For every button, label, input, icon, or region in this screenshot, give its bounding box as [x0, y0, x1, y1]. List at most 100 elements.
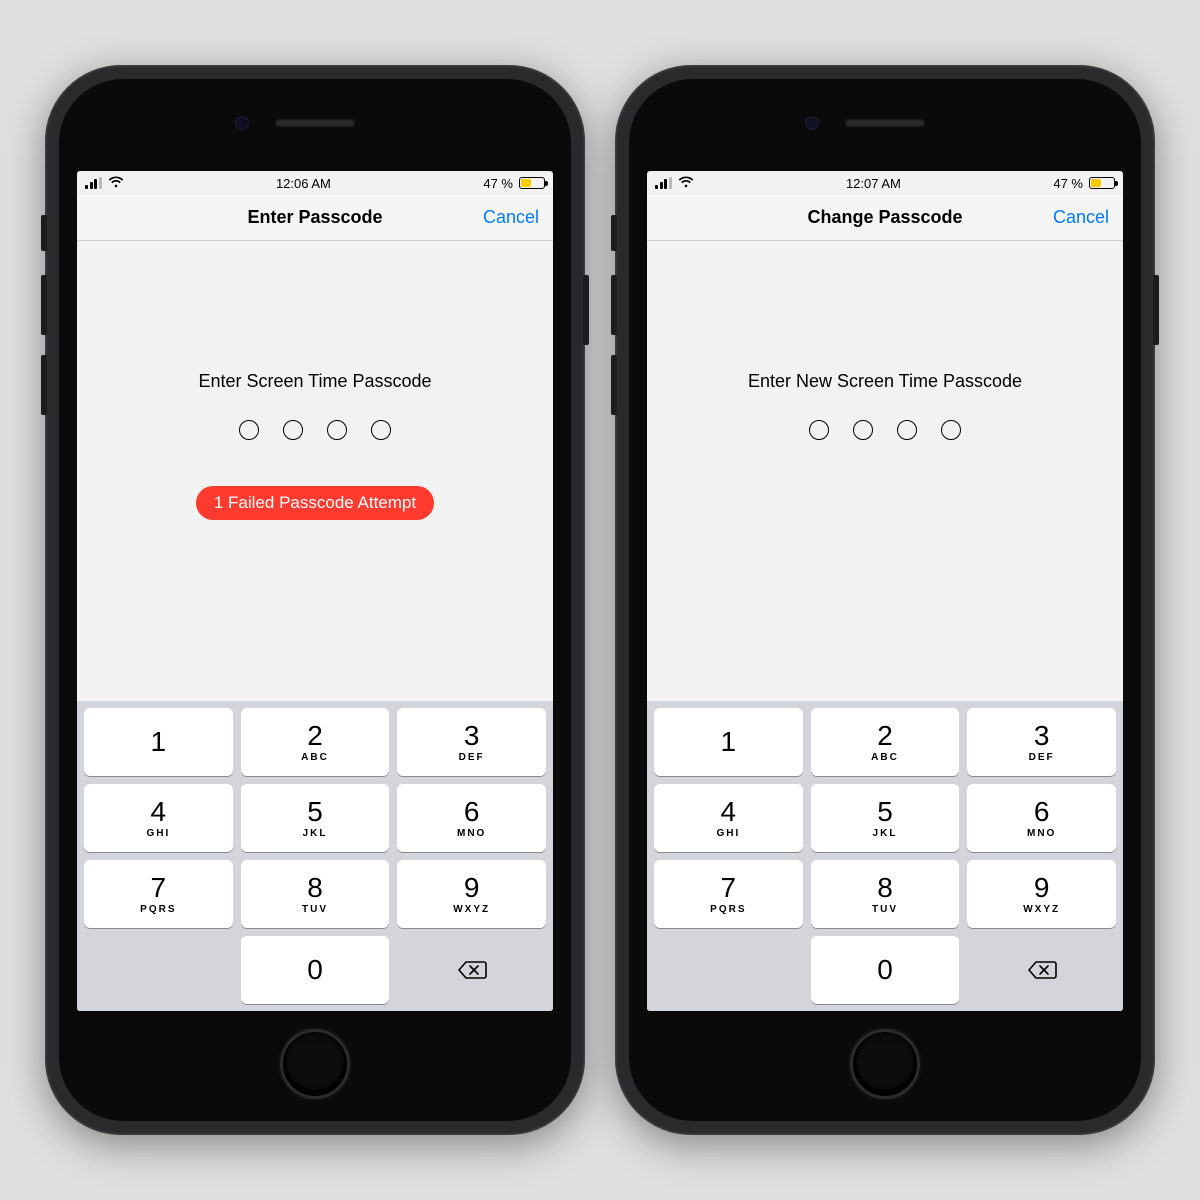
- passcode-prompt: Enter New Screen Time Passcode: [748, 371, 1022, 392]
- keypad-key-letters: PQRS: [140, 904, 176, 915]
- keypad-key-2[interactable]: 2 ABC: [241, 708, 390, 776]
- keypad-key-letters: WXYZ: [1023, 904, 1060, 915]
- volume-down-button: [41, 355, 47, 415]
- keypad-key-number: 3: [464, 722, 480, 750]
- keypad-key-4[interactable]: 4 GHI: [654, 784, 803, 852]
- status-bar: 12:07 AM 47 %: [647, 171, 1123, 195]
- nav-bar: Change Passcode Cancel: [647, 195, 1123, 241]
- nav-title: Change Passcode: [807, 207, 962, 228]
- keypad-delete-button[interactable]: [967, 936, 1116, 1004]
- nav-bar: Enter Passcode Cancel: [77, 195, 553, 241]
- keypad-key-number: 0: [877, 956, 893, 984]
- earpiece-speaker: [275, 119, 355, 127]
- cancel-button[interactable]: Cancel: [1053, 207, 1109, 228]
- keypad-key-number: 3: [1034, 722, 1050, 750]
- keypad-key-3[interactable]: 3 DEF: [967, 708, 1116, 776]
- keypad-key-number: 1: [151, 728, 167, 756]
- keypad-key-number: 6: [1034, 798, 1050, 826]
- cancel-button[interactable]: Cancel: [483, 207, 539, 228]
- keypad-key-letters: PQRS: [710, 904, 746, 915]
- keypad-key-5[interactable]: 5 JKL: [241, 784, 390, 852]
- keypad-key-8[interactable]: 8 TUV: [241, 860, 390, 928]
- number-keypad: 1 2ABC 3 DEF 4 GHI 5 JKL 6 MNO 7 PQRS 8TUV 9 WXYZ 0: [647, 701, 1123, 1011]
- keypad-key-number: 7: [151, 874, 167, 902]
- keypad-key-3[interactable]: 3 DEF: [397, 708, 546, 776]
- power-button: [583, 275, 589, 345]
- front-camera: [805, 116, 819, 130]
- backspace-icon: [457, 960, 487, 980]
- status-time: 12:07 AM: [846, 176, 901, 191]
- nav-title: Enter Passcode: [247, 207, 382, 228]
- earpiece-speaker: [845, 119, 925, 127]
- status-time: 12:06 AM: [276, 176, 331, 191]
- passcode-panel: Enter New Screen Time Passcode: [647, 241, 1123, 701]
- battery-percent: 47 %: [483, 176, 513, 191]
- keypad-key-0[interactable]: 0: [811, 936, 960, 1004]
- status-bar: 12:06 AM 47 %: [77, 171, 553, 195]
- phone-bezel: 12:07 AM 47 % Change Passcode Cancel Ent…: [629, 79, 1141, 1121]
- keypad-key-number: 7: [721, 874, 737, 902]
- keypad-key-9[interactable]: 9WXYZ: [397, 860, 546, 928]
- keypad-key-number: 1: [721, 728, 737, 756]
- keypad-key-letters: DEF: [1029, 752, 1055, 763]
- keypad-key-1[interactable]: 1: [654, 708, 803, 776]
- keypad-key-8[interactable]: 8TUV: [811, 860, 960, 928]
- volume-down-button: [611, 355, 617, 415]
- keypad-key-0[interactable]: 0: [241, 936, 390, 1004]
- passcode-dot: [897, 420, 917, 440]
- keypad-key-number: 8: [307, 874, 323, 902]
- keypad-key-number: 5: [307, 798, 323, 826]
- home-button[interactable]: [280, 1029, 350, 1099]
- backspace-icon: [1027, 960, 1057, 980]
- keypad-key-6[interactable]: 6 MNO: [397, 784, 546, 852]
- battery-percent: 47 %: [1053, 176, 1083, 191]
- passcode-dot: [853, 420, 873, 440]
- keypad-key-letters: MNO: [457, 828, 486, 839]
- keypad-key-9[interactable]: 9 WXYZ: [967, 860, 1116, 928]
- passcode-dot: [941, 420, 961, 440]
- keypad-key-letters: TUV: [302, 904, 328, 915]
- keypad-key-letters: JKL: [303, 828, 328, 839]
- passcode-dot: [239, 420, 259, 440]
- keypad-key-number: 4: [721, 798, 737, 826]
- keypad-key-number: 5: [877, 798, 893, 826]
- passcode-dots: [809, 420, 961, 440]
- keypad-key-number: 6: [464, 798, 480, 826]
- keypad-key-letters: GHI: [716, 828, 740, 839]
- passcode-dot: [371, 420, 391, 440]
- keypad-key-letters: JKL: [873, 828, 898, 839]
- mute-switch: [611, 215, 617, 251]
- phone-bezel: 12:06 AM 47 % Enter Passcode Cancel Ente…: [59, 79, 571, 1121]
- mute-switch: [41, 215, 47, 251]
- screen: 12:07 AM 47 % Change Passcode Cancel Ent…: [647, 171, 1123, 1011]
- home-button[interactable]: [850, 1029, 920, 1099]
- wifi-icon: [108, 175, 124, 191]
- keypad-key-number: 2: [307, 722, 323, 750]
- phone-mockup: 12:07 AM 47 % Change Passcode Cancel Ent…: [615, 65, 1155, 1135]
- passcode-dot: [283, 420, 303, 440]
- keypad-spacer: [84, 936, 233, 1004]
- keypad-key-letters: ABC: [301, 752, 329, 763]
- keypad-key-5[interactable]: 5 JKL: [811, 784, 960, 852]
- keypad-key-number: 8: [877, 874, 893, 902]
- keypad-key-number: 9: [1034, 874, 1050, 902]
- keypad-key-number: 0: [307, 956, 323, 984]
- passcode-dot: [809, 420, 829, 440]
- keypad-key-2[interactable]: 2ABC: [811, 708, 960, 776]
- keypad-key-number: 4: [151, 798, 167, 826]
- keypad-key-1[interactable]: 1: [84, 708, 233, 776]
- power-button: [1153, 275, 1159, 345]
- keypad-delete-button[interactable]: [397, 936, 546, 1004]
- keypad-key-letters: DEF: [459, 752, 485, 763]
- keypad-key-4[interactable]: 4GHI: [84, 784, 233, 852]
- keypad-spacer: [654, 936, 803, 1004]
- keypad-key-letters: MNO: [1027, 828, 1056, 839]
- wifi-icon: [678, 175, 694, 191]
- keypad-key-7[interactable]: 7 PQRS: [84, 860, 233, 928]
- keypad-key-7[interactable]: 7 PQRS: [654, 860, 803, 928]
- screen: 12:06 AM 47 % Enter Passcode Cancel Ente…: [77, 171, 553, 1011]
- battery-icon: [1089, 177, 1115, 189]
- volume-up-button: [41, 275, 47, 335]
- keypad-key-6[interactable]: 6 MNO: [967, 784, 1116, 852]
- volume-up-button: [611, 275, 617, 335]
